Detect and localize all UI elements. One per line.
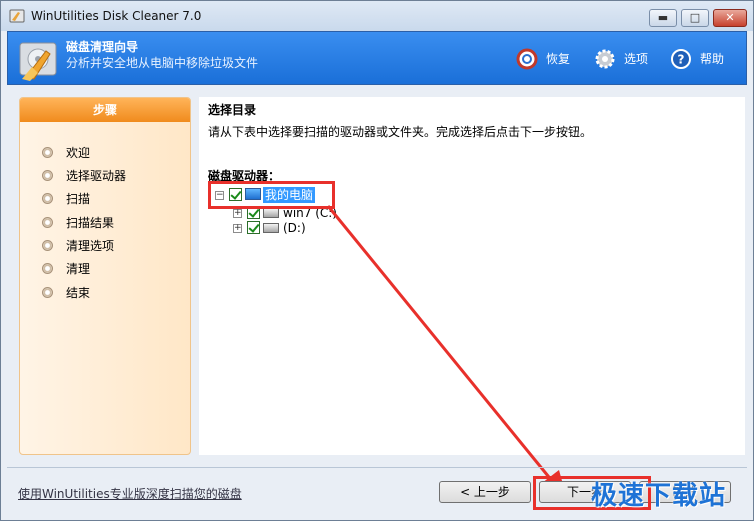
highlight-box-my-computer <box>208 181 335 209</box>
tree-item-drive-d[interactable]: + (D:) <box>233 220 353 236</box>
restore-icon <box>516 48 538 70</box>
drive-d-label[interactable]: (D:) <box>283 220 306 236</box>
footer-divider <box>7 467 747 468</box>
help-button[interactable]: ? 帮助 <box>670 48 740 70</box>
hard-drive-icon <box>263 223 279 233</box>
back-button[interactable]: < 上一步 <box>439 481 531 503</box>
restore-label: 恢复 <box>546 52 571 66</box>
wizard-title: 磁盘清理向导 <box>66 40 139 54</box>
step-bullet-icon <box>42 193 53 204</box>
drive-d-checkbox[interactable] <box>247 221 260 234</box>
section-description: 请从下表中选择要扫描的驱动器或文件夹。完成选择后点击下一步按钮。 <box>208 125 593 139</box>
step-bullet-icon <box>42 287 53 298</box>
step-bullet-icon <box>42 263 53 274</box>
steps-sidebar: 步骤 欢迎 选择驱动器 扫描 扫描结果 清理选项 清理 结束 <box>19 97 191 455</box>
expand-icon[interactable]: + <box>233 209 242 218</box>
gear-icon <box>595 49 615 69</box>
window-title: WinUtilities Disk Cleaner 7.0 <box>31 9 202 23</box>
maximize-button[interactable]: □ <box>681 9 709 27</box>
step-bullet-icon <box>42 240 53 251</box>
help-label: 帮助 <box>700 52 725 66</box>
help-icon: ? <box>671 49 691 69</box>
options-button[interactable]: 选项 <box>594 48 664 70</box>
restore-button[interactable]: 恢复 <box>516 48 586 70</box>
wizard-subtitle: 分析并安全地从电脑中移除垃圾文件 <box>66 56 259 70</box>
hard-drive-icon <box>263 208 279 218</box>
upgrade-pro-link[interactable]: 使用WinUtilities专业版深度扫描您的磁盘 <box>18 485 242 502</box>
step-bullet-icon <box>42 170 53 181</box>
wizard-header: 磁盘清理向导 分析并安全地从电脑中移除垃圾文件 恢复 选项 ? 帮助 <box>7 31 747 85</box>
close-button[interactable]: ✕ <box>713 9 747 27</box>
steps-title: 步骤 <box>20 98 190 122</box>
watermark-text: 极速下载站 <box>591 481 727 511</box>
step-bullet-icon <box>42 147 53 158</box>
title-bar[interactable]: WinUtilities Disk Cleaner 7.0 ▬ □ ✕ <box>1 1 753 31</box>
step-bullet-icon <box>42 217 53 228</box>
expand-icon[interactable]: + <box>233 224 242 233</box>
svg-text:?: ? <box>678 53 685 67</box>
app-window: WinUtilities Disk Cleaner 7.0 ▬ □ ✕ 磁盘清理… <box>0 0 754 521</box>
section-title: 选择目录 <box>208 103 257 117</box>
main-panel: 选择目录 请从下表中选择要扫描的驱动器或文件夹。完成选择后点击下一步按钮。 磁盘… <box>199 97 745 455</box>
minimize-button[interactable]: ▬ <box>649 9 677 27</box>
disk-cleaner-logo-icon <box>19 42 57 81</box>
app-icon <box>9 9 25 23</box>
options-label: 选项 <box>624 52 649 66</box>
